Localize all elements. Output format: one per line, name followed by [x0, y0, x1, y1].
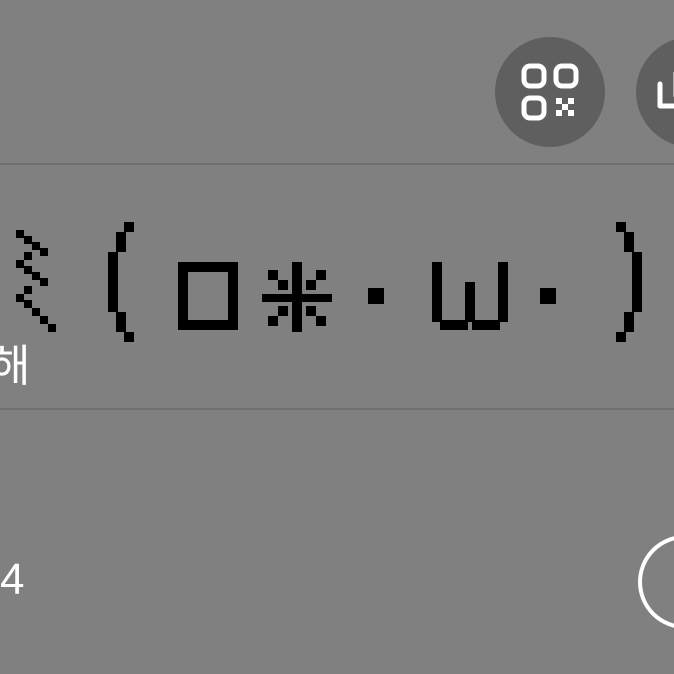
- screen: 해 4: [0, 0, 674, 674]
- qr-code-icon: [521, 63, 579, 121]
- qr-code-button[interactable]: [495, 37, 605, 147]
- circle-button[interactable]: [638, 535, 674, 629]
- share-icon: [657, 72, 674, 109]
- count-label: 4: [0, 555, 25, 604]
- kaomoji-art: [16, 222, 642, 342]
- share-button[interactable]: [636, 37, 674, 147]
- kaomoji-caption: 해: [0, 341, 31, 392]
